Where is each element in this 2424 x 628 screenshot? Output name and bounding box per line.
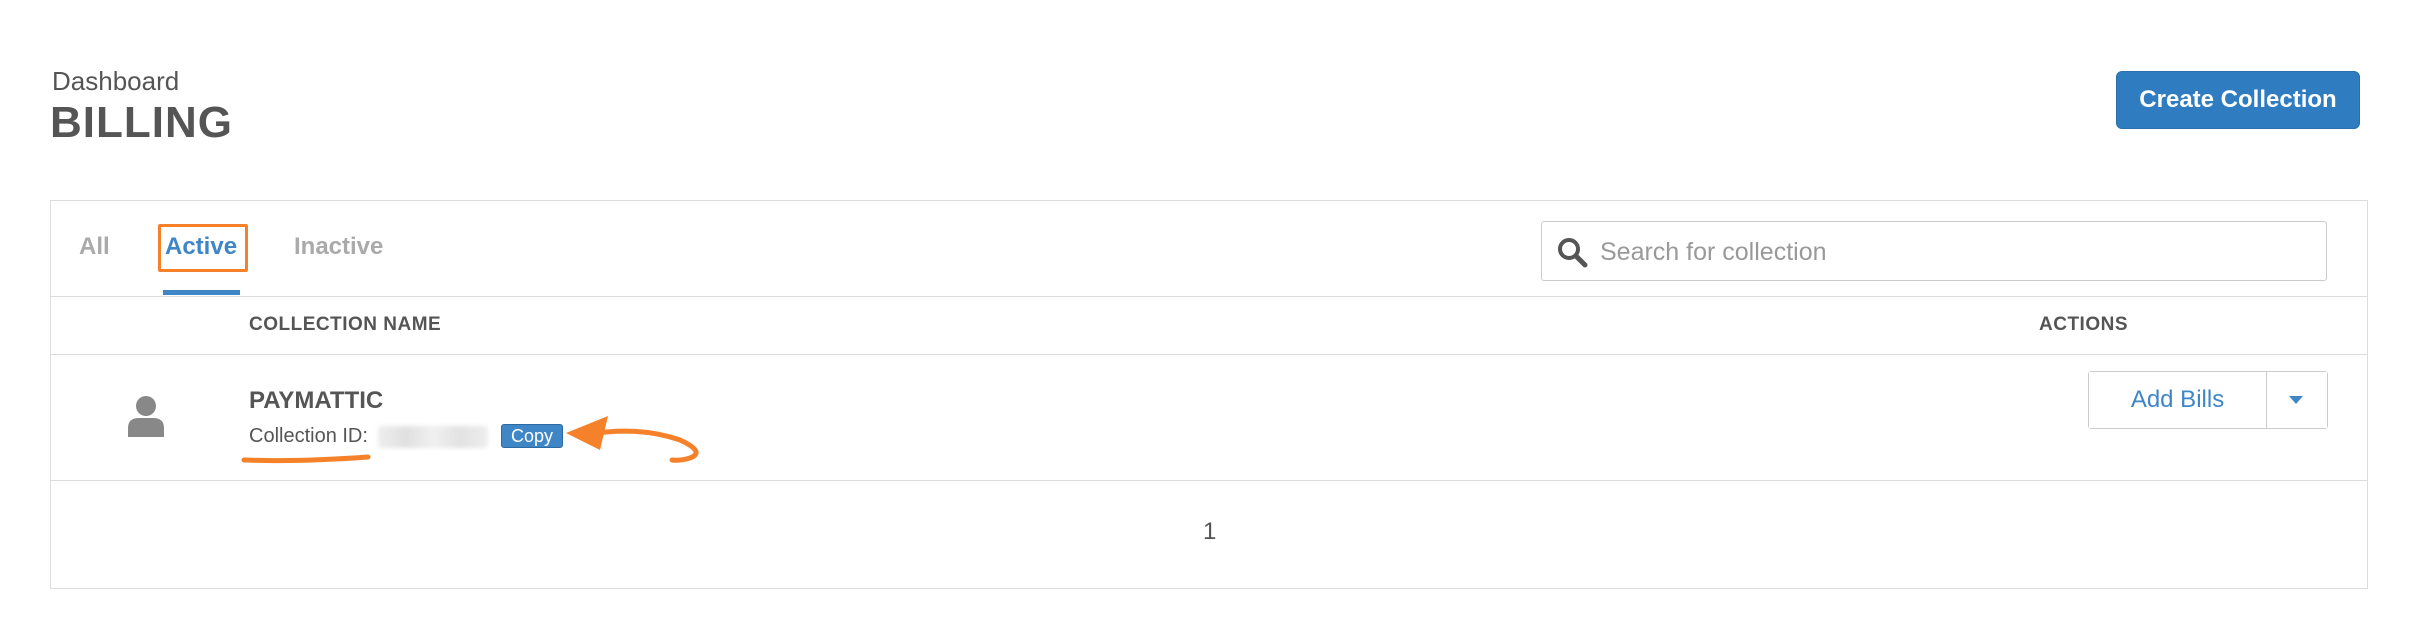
create-collection-button[interactable]: Create Collection [2116,71,2360,129]
active-tab-indicator [163,290,240,295]
column-header-collection-name: COLLECTION NAME [249,314,442,335]
collections-panel: All Active Inactive COLLECTION NAME ACTI… [50,200,2368,589]
collection-id-label: Collection ID: [249,425,368,447]
table-header: COLLECTION NAME ACTIONS [51,297,2367,355]
annotation-highlight-box [158,224,248,272]
search-field[interactable] [1541,221,2327,281]
breadcrumb: Dashboard [52,66,180,96]
table-row: PAYMATTIC Collection ID: Copy Add Bills [51,355,2367,481]
pagination: 1 [51,481,2367,588]
collection-name[interactable]: PAYMATTIC [249,387,383,415]
tab-inactive[interactable]: Inactive [294,233,383,261]
chevron-down-icon [2289,396,2303,404]
search-input[interactable] [1598,230,2302,274]
user-icon [128,396,164,437]
tab-bar: All Active Inactive [51,201,2367,297]
page-number-1[interactable]: 1 [1203,518,1216,546]
column-header-actions: ACTIONS [2039,314,2128,335]
copy-id-button[interactable]: Copy [501,424,563,448]
add-bills-button[interactable]: Add Bills [2089,372,2267,428]
search-icon [1558,238,1588,268]
page-title: BILLING [50,98,233,147]
tab-all[interactable]: All [79,233,110,261]
collection-id-value-redacted [378,426,488,448]
actions-dropdown-toggle[interactable] [2267,372,2327,428]
row-actions-group: Add Bills [2088,371,2328,429]
